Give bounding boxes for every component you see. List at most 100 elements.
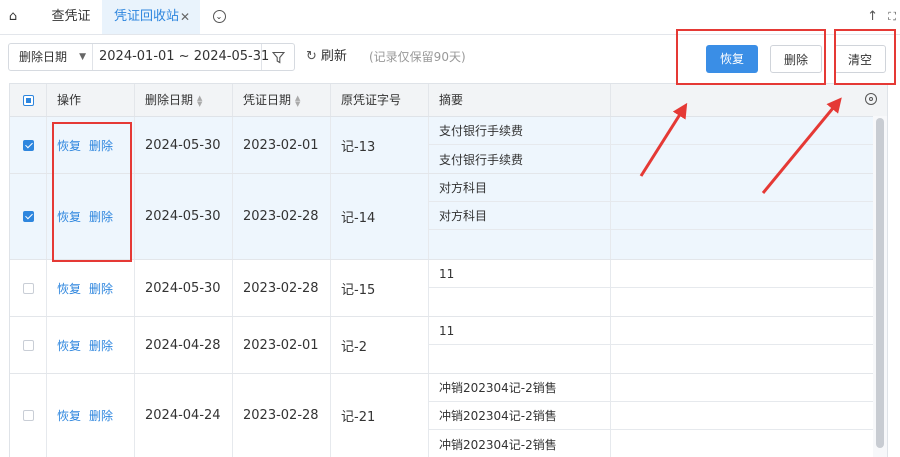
tab-voucher-query[interactable]: 查凭证 [40,0,102,34]
summary-line: 冲销202304记-2销售 [429,374,610,402]
row-checkbox[interactable] [10,374,47,457]
header-delete-date[interactable]: 删除日期 ▲ ▼ [135,84,233,116]
sort-icon: ▲ ▼ [295,93,301,108]
blank-line [611,202,874,230]
tab-label: 凭证回收站 [114,9,180,24]
table-row[interactable]: 恢复 删除 2024-04-24 2023-02-28 记-21 冲销202304记-2销… [10,374,887,457]
cell-voucher-date: 2023-02-28 [233,374,331,457]
cell-voucher-date: 2023-02-01 [233,317,331,373]
row-delete-link[interactable]: 删除 [89,407,113,424]
cell-summary: 11 [429,317,611,373]
cell-voucher-no: 记-13 [331,117,429,173]
row-delete-link[interactable]: 删除 [89,280,113,297]
summary-line: 11 [429,317,610,345]
blank-line [611,260,874,288]
summary-line: 冲销202304记-2销售 [439,437,557,452]
summary-line: 冲销202304记-2销售 [429,402,610,430]
summary-line [429,288,610,316]
summary-line: 支付银行手续费 [429,117,610,145]
cell-voucher-no: 记-14 [331,174,429,259]
blank-line [611,374,874,402]
chevron-down-icon: ▼ [79,52,86,62]
header-operation: 操作 [47,84,135,116]
tab-voucher-recycle-bin[interactable]: 凭证回收站 ✕ [102,0,200,34]
cell-summary: 对方科目 对方科目 [429,174,611,259]
home-icon[interactable]: ⌂ [0,0,26,34]
cell-blank [611,117,875,173]
row-checkbox[interactable] [10,117,47,173]
summary-line: 对方科目 [429,174,610,202]
close-icon[interactable]: ✕ [180,0,190,34]
refresh-button[interactable]: ↻ 刷新 [306,43,347,71]
cell-delete-date: 2024-05-30 [135,117,233,173]
retention-hint: (记录仅保留90天) [369,50,466,64]
cell-blank [611,174,875,259]
row-delete-link[interactable]: 删除 [89,337,113,354]
select-all-checkbox[interactable] [10,84,47,116]
fullscreen-icon[interactable]: ⛶ [888,10,896,24]
refresh-label: 刷新 [320,49,347,64]
date-range-input[interactable]: 2024-01-01 ~ 2024-05-31 [99,44,269,70]
row-checkbox[interactable] [10,260,47,316]
scrollbar-thumb[interactable] [876,118,884,448]
table-row[interactable]: 恢复 删除 2024-05-30 2023-02-01 记-13 支付银行手续费 支付银行手… [10,117,887,174]
table-row[interactable]: 恢复 删除 2024-05-30 2023-02-28 记-15 11 [10,260,887,317]
refresh-icon: ↻ [306,49,317,64]
table-row[interactable]: 恢复 删除 2024-04-28 2023-02-01 记-2 11 [10,317,887,374]
cell-blank [611,317,875,373]
header-voucher-no: 原凭证字号 [331,84,429,116]
blank-line [611,317,874,345]
cell-voucher-no: 记-2 [331,317,429,373]
annotation-box-row-actions [52,122,132,262]
settings-icon[interactable] [865,93,877,105]
row-actions: 恢复 删除 [47,317,135,373]
filter-icon [271,51,285,64]
cell-voucher-no: 记-15 [331,260,429,316]
row-checkbox[interactable] [10,174,47,259]
cell-voucher-date: 2023-02-28 [233,260,331,316]
cell-voucher-date: 2023-02-01 [233,117,331,173]
cell-summary: 冲销202304记-2销售 冲销202304记-2销售 冲销202304记-2销售 [429,374,611,457]
filter-button[interactable] [261,44,294,70]
checkbox-icon [22,211,34,222]
cell-summary: 支付银行手续费 支付银行手续费 [429,117,611,173]
date-filter: 删除日期 ▼ 2024-01-01 ~ 2024-05-31 [8,43,295,71]
checkbox-icon [22,339,34,351]
blank-line [611,117,874,145]
header-blank [611,84,887,116]
row-actions: 恢复 删除 [47,374,135,457]
cell-blank [611,374,875,457]
sort-icon: ▲ ▼ [197,93,203,108]
recycle-table: 操作 删除日期 ▲ ▼ 凭证日期 ▲ ▼ 原凭证字号 摘要 恢复 删除 2024-05-30… [9,83,888,457]
table-header: 操作 删除日期 ▲ ▼ 凭证日期 ▲ ▼ 原凭证字号 摘要 [10,84,887,117]
table-row[interactable]: 恢复 删除 2024-05-30 2023-02-28 记-14 对方科目 对方科目 [10,174,887,260]
blank-line [611,402,874,430]
cell-voucher-date: 2023-02-28 [233,174,331,259]
checkbox-icon [22,282,34,294]
checkbox-icon [22,94,34,106]
summary-line [429,345,610,373]
row-restore-link[interactable]: 恢复 [57,337,81,354]
annotation-box-clear [834,29,896,85]
row-checkbox[interactable] [10,317,47,373]
summary-line: 支付银行手续费 [439,152,524,167]
header-voucher-date[interactable]: 凭证日期 ▲ ▼ [233,84,331,116]
row-restore-link[interactable]: 恢复 [57,407,81,424]
summary-line [429,230,610,258]
chevron-down-icon: ⌄ [212,10,226,23]
header-label: 删除日期 [145,93,194,107]
cell-delete-date: 2024-04-24 [135,374,233,457]
arrow-up-icon[interactable]: ↑ [867,9,878,24]
date-type-select[interactable]: 删除日期 ▼ [9,44,93,70]
summary-line: 对方科目 [429,202,610,230]
tabs-more-button[interactable]: ⌄ [208,0,230,34]
header-summary: 摘要 [429,84,611,116]
vertical-scrollbar[interactable] [873,116,887,457]
checkbox-icon [22,410,34,421]
row-restore-link[interactable]: 恢复 [57,280,81,297]
